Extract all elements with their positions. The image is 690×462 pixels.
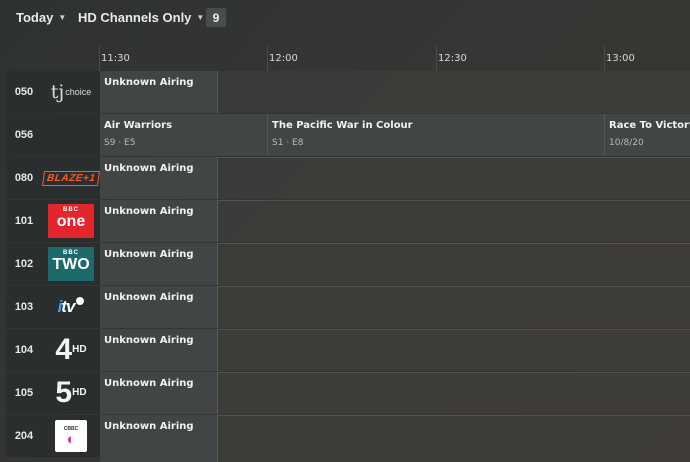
- program-cell[interactable]: Unknown Airing: [100, 286, 218, 328]
- channel-row: 204 CBBC ◐ Unknown Airing: [0, 415, 690, 462]
- program-empty-cell[interactable]: [218, 157, 690, 199]
- time-tick: 12:30: [438, 53, 467, 64]
- program-title: Unknown Airing: [104, 163, 194, 174]
- program-title: Unknown Airing: [104, 292, 194, 303]
- time-tick: 11:30: [101, 53, 130, 64]
- day-dropdown[interactable]: Today ▼: [16, 10, 66, 25]
- channel-row: 056 ✹ Air Warriors S9 · E5 The Pacific W…: [0, 114, 690, 157]
- blaze-plus1-logo[interactable]: BLAZE+1: [41, 157, 101, 199]
- channel-row: 101 BBC one Unknown Airing: [0, 200, 690, 243]
- channel-number: 102: [6, 243, 42, 285]
- time-tick: 13:00: [606, 53, 635, 64]
- program-empty-cell[interactable]: [218, 415, 690, 462]
- channel-5-hd-logo[interactable]: 5HD: [42, 372, 100, 414]
- program-empty-cell[interactable]: [218, 372, 690, 414]
- toolbar: Today ▼ HD Channels Only ▼ 9: [0, 0, 690, 36]
- program-title: Unknown Airing: [104, 249, 194, 260]
- time-tick: 12:00: [269, 53, 298, 64]
- channel-number: 080: [6, 157, 42, 199]
- program-cell[interactable]: Race To Victory 10/8/20: [605, 114, 690, 156]
- program-cell[interactable]: Unknown Airing: [100, 329, 218, 371]
- tj-choice-logo[interactable]: tj choice: [42, 71, 100, 113]
- bbc-two-hd-logo[interactable]: BBC TWO: [42, 243, 100, 285]
- program-empty-cell[interactable]: [218, 200, 690, 242]
- bbc-one-hd-logo[interactable]: BBC one: [42, 200, 100, 242]
- channel-5-mark: 5HD: [55, 376, 87, 409]
- program-air-date: 10/8/20: [609, 138, 644, 148]
- tj-choice-wordmark: tj choice: [50, 81, 92, 103]
- channel-number: 101: [6, 200, 42, 242]
- channel-number: 105: [6, 372, 42, 414]
- program-empty-cell[interactable]: [218, 71, 690, 113]
- program-cell[interactable]: Unknown Airing: [100, 71, 218, 113]
- program-empty-cell[interactable]: [218, 286, 690, 328]
- program-cell[interactable]: Unknown Airing: [100, 372, 218, 414]
- channel-count-badge: 9: [206, 8, 226, 27]
- program-cell[interactable]: Unknown Airing: [100, 157, 218, 199]
- cbbc-badge: CBBC ◐: [55, 420, 87, 452]
- day-dropdown-label: Today: [16, 10, 54, 25]
- program-title: Unknown Airing: [104, 378, 194, 389]
- tick-divider: [99, 46, 100, 71]
- channel-row: 050 tj choice Unknown Airing: [0, 71, 690, 114]
- program-title: Unknown Airing: [104, 206, 194, 217]
- tick-divider: [436, 46, 437, 71]
- program-empty-cell[interactable]: [218, 243, 690, 285]
- program-title: Air Warriors: [104, 120, 173, 131]
- channel-filter-dropdown[interactable]: HD Channels Only ▼: [78, 10, 204, 25]
- channel-filter-label: HD Channels Only: [78, 10, 192, 25]
- channel-number: 056: [6, 114, 42, 156]
- bbc-two-badge: BBC TWO: [48, 247, 94, 281]
- channel-number: 050: [6, 71, 42, 113]
- program-title: Unknown Airing: [104, 335, 194, 346]
- channel-number: 204: [6, 415, 42, 457]
- timeline-header: 11:30 12:00 12:30 13:00: [0, 36, 690, 71]
- channel-number: 104: [6, 329, 42, 371]
- program-title: Unknown Airing: [104, 421, 194, 432]
- program-cell[interactable]: The Pacific War in Colour S1 · E8: [268, 114, 605, 156]
- logo-text: one: [56, 213, 86, 230]
- channel-row: 102 BBC TWO Unknown Airing: [0, 243, 690, 286]
- logo-text: choice: [65, 87, 92, 97]
- program-empty-cell[interactable]: [218, 329, 690, 371]
- program-cell[interactable]: Air Warriors S9 · E5: [100, 114, 268, 156]
- itv-hd-logo[interactable]: itv: [42, 286, 100, 328]
- channel-number: 103: [6, 286, 42, 328]
- cbbc-symbol: ◐: [66, 430, 76, 448]
- program-episode: S9 · E5: [104, 138, 136, 148]
- program-title: Race To Victory: [609, 120, 690, 131]
- tick-divider: [604, 46, 605, 71]
- program-title: The Pacific War in Colour: [272, 120, 413, 131]
- program-cell[interactable]: Unknown Airing: [100, 415, 218, 462]
- program-cell[interactable]: Unknown Airing: [100, 200, 218, 242]
- channel-row: 103 itv Unknown Airing: [0, 286, 690, 329]
- bbc-one-badge: BBC one: [48, 204, 94, 238]
- cbbc-hd-logo[interactable]: CBBC ◐: [42, 415, 100, 457]
- blaze-wordmark: BLAZE+1: [41, 170, 101, 186]
- channel-row: 105 5HD Unknown Airing: [0, 372, 690, 415]
- channel-row: 104 4HD Unknown Airing: [0, 329, 690, 372]
- channel-4-mark: 4HD: [55, 333, 87, 366]
- chevron-down-icon: ▼: [58, 13, 67, 22]
- program-episode: S1 · E8: [272, 138, 304, 148]
- itv-wordmark: itv: [58, 297, 85, 317]
- logo-text: TWO: [52, 256, 90, 273]
- sun-logo[interactable]: ✹: [42, 114, 136, 156]
- channel-4-hd-logo[interactable]: 4HD: [42, 329, 100, 371]
- program-cell[interactable]: Unknown Airing: [100, 243, 218, 285]
- channel-row: 080 BLAZE+1 Unknown Airing: [0, 157, 690, 200]
- chevron-down-icon: ▼: [196, 13, 205, 22]
- program-title: Unknown Airing: [104, 77, 194, 88]
- tick-divider: [267, 46, 268, 71]
